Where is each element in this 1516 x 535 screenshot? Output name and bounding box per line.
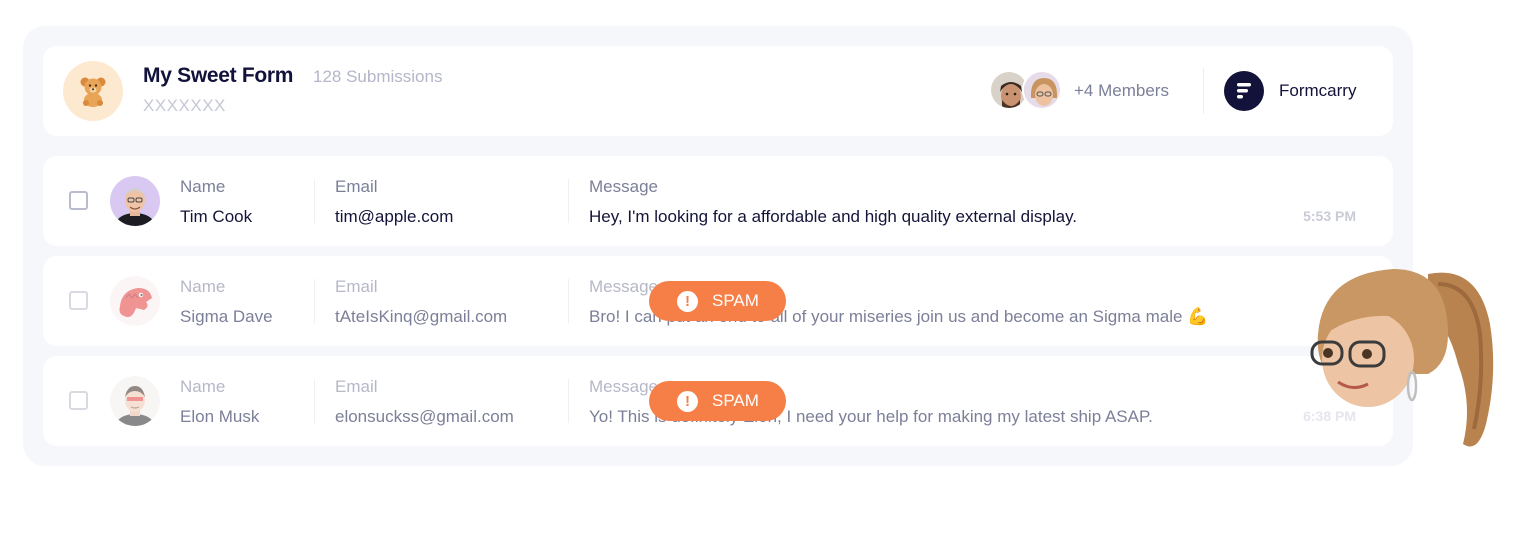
member-avatar-woman-icon[interactable] — [1022, 70, 1062, 110]
row-checkbox[interactable] — [69, 191, 88, 210]
message-label: Message — [589, 177, 658, 196]
message-label: Message — [589, 377, 658, 396]
column-divider — [314, 379, 315, 423]
teddy-bear-icon — [63, 61, 123, 121]
form-header: My Sweet Form 128 Submissions XXXXXXX +4… — [43, 46, 1393, 136]
row-checkbox[interactable] — [69, 391, 88, 410]
email-label: Email — [335, 377, 378, 396]
submission-row[interactable]: Name Tim Cook Email tim@apple.com Messag… — [43, 156, 1393, 246]
submitter-name: Elon Musk — [180, 407, 260, 426]
column-divider — [568, 179, 569, 223]
warning-icon: ! — [677, 290, 698, 312]
tim-cook-avatar-icon — [110, 176, 160, 226]
email-label: Email — [335, 277, 378, 296]
column-divider — [314, 279, 315, 323]
submission-message: Hey, I'm looking for a affordable and hi… — [589, 207, 1078, 226]
formcarry-logo-icon — [1224, 71, 1264, 111]
form-subtitle: XXXXXXX — [143, 96, 226, 115]
woman-memoji-icon — [1298, 254, 1503, 459]
column-divider — [568, 279, 569, 323]
spam-badge[interactable]: ! SPAM — [649, 381, 786, 421]
row-checkbox[interactable] — [69, 291, 88, 310]
email-label: Email — [335, 177, 378, 196]
name-label: Name — [180, 177, 226, 196]
column-divider — [314, 179, 315, 223]
spam-label: SPAM — [712, 391, 759, 410]
name-label: Name — [180, 377, 226, 396]
name-label: Name — [180, 277, 226, 296]
message-label: Message — [589, 277, 658, 296]
column-divider — [568, 379, 569, 423]
dinosaur-avatar-icon — [110, 276, 160, 326]
spam-label: SPAM — [712, 291, 759, 310]
members-count[interactable]: +4 Members — [1074, 81, 1169, 101]
brand-name: Formcarry — [1279, 81, 1357, 100]
spam-badge[interactable]: ! SPAM — [649, 281, 786, 321]
submitter-name: Tim Cook — [180, 207, 253, 226]
submitter-email[interactable]: elonsuckss@gmail.com — [335, 407, 514, 427]
header-divider — [1203, 68, 1204, 114]
submission-count: 128 Submissions — [313, 67, 443, 86]
warning-icon: ! — [677, 390, 698, 412]
submission-time: 5:53 PM — [1303, 208, 1356, 224]
submitter-name: Sigma Dave — [180, 307, 273, 326]
submitter-email[interactable]: tim@apple.com — [335, 207, 453, 227]
submitter-email[interactable]: tAteIsKinq@gmail.com — [335, 307, 507, 327]
form-title: My Sweet Form — [143, 64, 294, 87]
elon-musk-avatar-icon — [110, 376, 160, 426]
